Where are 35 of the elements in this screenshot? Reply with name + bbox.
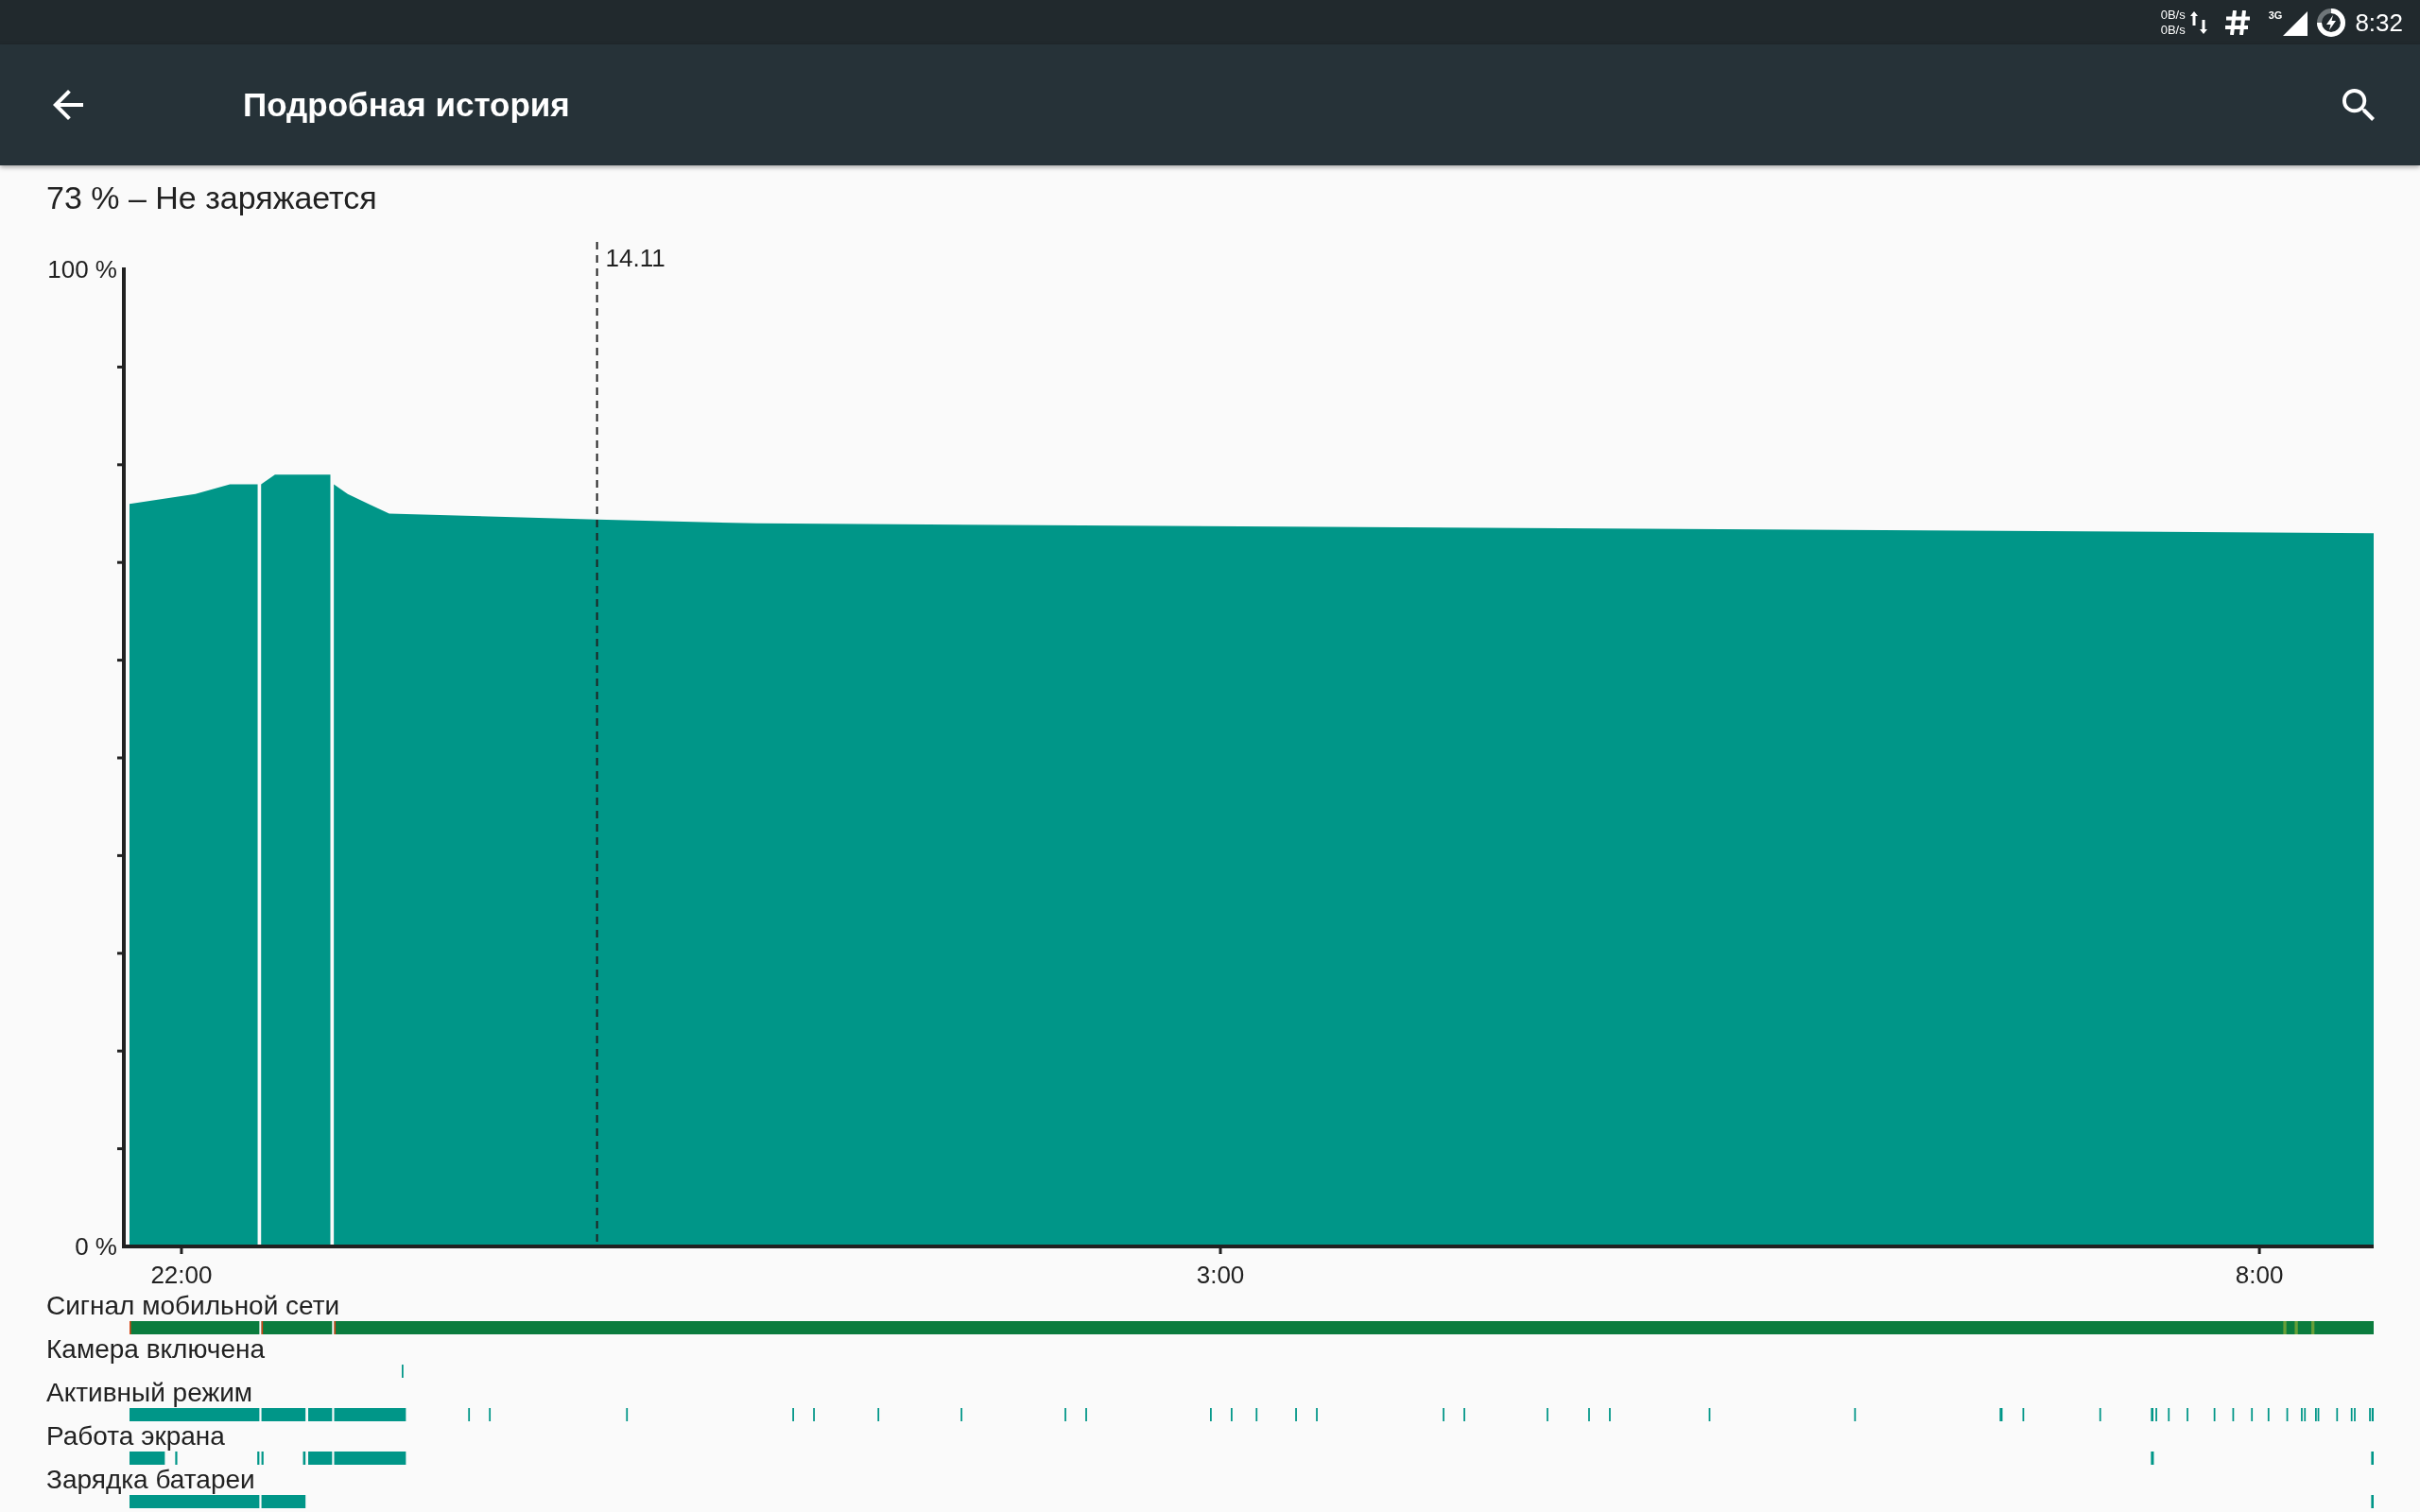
search-icon — [2342, 89, 2375, 121]
timeline-label: Активный режим — [46, 1378, 253, 1408]
axis-label: 0 % — [75, 1232, 117, 1261]
axis-tick — [117, 463, 124, 467]
back-arrow-icon — [53, 90, 83, 120]
network-type-label: 3G — [2268, 9, 2283, 21]
axis-tick — [117, 1147, 124, 1151]
axis-tick — [117, 1049, 124, 1053]
up-down-arrows-icon — [2189, 10, 2207, 34]
timeline-label: Работа экрана — [46, 1421, 225, 1452]
axis-label: 100 % — [47, 255, 117, 284]
axis-tick — [117, 756, 124, 760]
battery-status-text: 73 % – Не заряжается — [46, 179, 377, 216]
lightning-ring-icon — [2317, 8, 2346, 37]
hash-icon — [2224, 9, 2250, 35]
axis-label: 3:00 — [1196, 1261, 1245, 1289]
clock-time: 8:32 — [2355, 8, 2403, 37]
axis-tick — [117, 659, 124, 662]
timeline-label: Зарядка батареи — [46, 1465, 255, 1495]
signal-strength-icon — [2283, 10, 2308, 36]
axis-tick — [117, 560, 124, 564]
axis-tick — [117, 952, 124, 955]
axis-label: 8:00 — [2235, 1261, 2284, 1289]
network-speed-text: 0B/s — [2160, 22, 2186, 38]
axis-label: 22:00 — [150, 1261, 213, 1289]
axis-tick — [1219, 1248, 1222, 1254]
axis-tick — [180, 1248, 183, 1254]
axis-tick — [117, 365, 124, 369]
network-speed-text: 0B/s — [2160, 7, 2186, 23]
timeline-label: Камера включена — [46, 1334, 265, 1365]
axis-tick — [117, 853, 124, 857]
axis-tick — [2257, 1248, 2261, 1254]
date-label: 14.11 — [605, 244, 666, 272]
screen-title: Подробная история — [243, 86, 570, 124]
timeline-label: Сигнал мобильной сети — [46, 1291, 340, 1321]
